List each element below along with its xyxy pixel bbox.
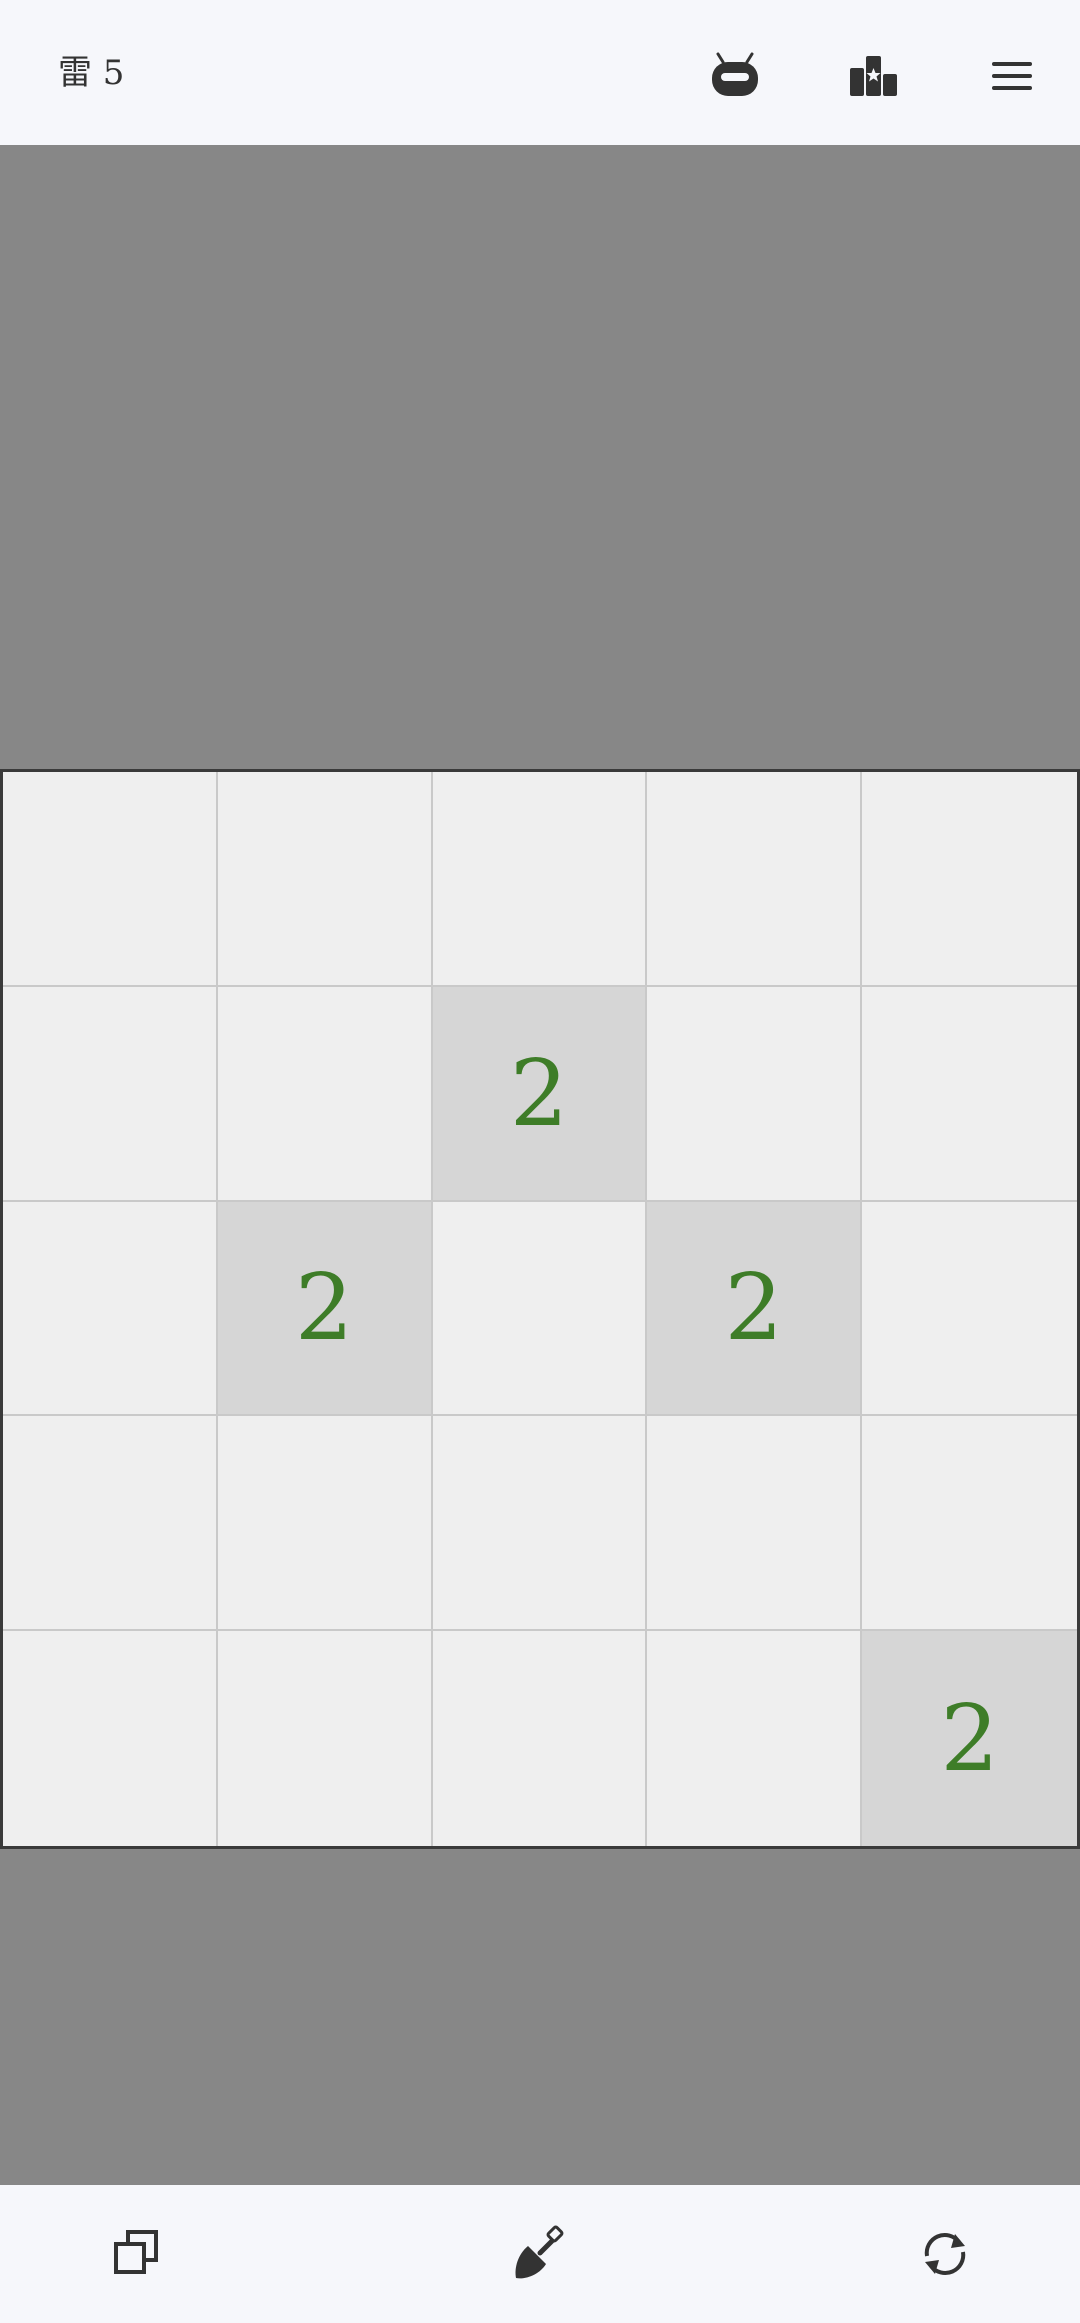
board-cell[interactable] xyxy=(3,1631,218,1846)
board-cell[interactable] xyxy=(862,986,1077,1202)
board-cell[interactable]: 2 xyxy=(647,1201,863,1417)
bottom-toolbar xyxy=(0,2185,1080,2323)
top-app-bar: 雷 5 xyxy=(0,0,1080,145)
restart-icon[interactable] xyxy=(910,2219,980,2289)
board-cell[interactable] xyxy=(862,1416,1077,1632)
board-cell[interactable] xyxy=(647,986,863,1202)
minesweeper-board: 2222 xyxy=(0,769,1080,1849)
board-cell[interactable]: 2 xyxy=(432,986,648,1202)
shovel-icon[interactable] xyxy=(505,2219,575,2289)
board-cell[interactable] xyxy=(3,986,218,1202)
board-cell[interactable] xyxy=(217,986,433,1202)
board-cell[interactable]: 2 xyxy=(862,1631,1077,1846)
board-cell[interactable] xyxy=(217,772,433,987)
board-cell[interactable] xyxy=(862,772,1077,987)
robot-icon[interactable] xyxy=(707,48,763,104)
board-cell[interactable] xyxy=(432,1201,648,1417)
board-cell[interactable] xyxy=(432,772,648,987)
board-cell[interactable] xyxy=(432,1631,648,1846)
game-area: 2222 xyxy=(0,145,1080,2185)
mine-count-label: 雷 5 xyxy=(58,53,125,93)
board-cell[interactable] xyxy=(3,772,218,987)
board-cell[interactable] xyxy=(647,1631,863,1846)
menu-icon[interactable] xyxy=(984,48,1040,104)
leaderboard-icon[interactable] xyxy=(846,48,902,104)
board-cell[interactable] xyxy=(217,1416,433,1632)
board-cell[interactable] xyxy=(647,772,863,987)
copy-icon[interactable] xyxy=(101,2219,171,2289)
board-cell[interactable] xyxy=(432,1416,648,1632)
board-cell[interactable] xyxy=(217,1631,433,1846)
board-cell[interactable] xyxy=(3,1416,218,1632)
board-cell[interactable] xyxy=(647,1416,863,1632)
board-cell[interactable] xyxy=(862,1201,1077,1417)
board-cell[interactable]: 2 xyxy=(217,1201,433,1417)
board-cell[interactable] xyxy=(3,1201,218,1417)
